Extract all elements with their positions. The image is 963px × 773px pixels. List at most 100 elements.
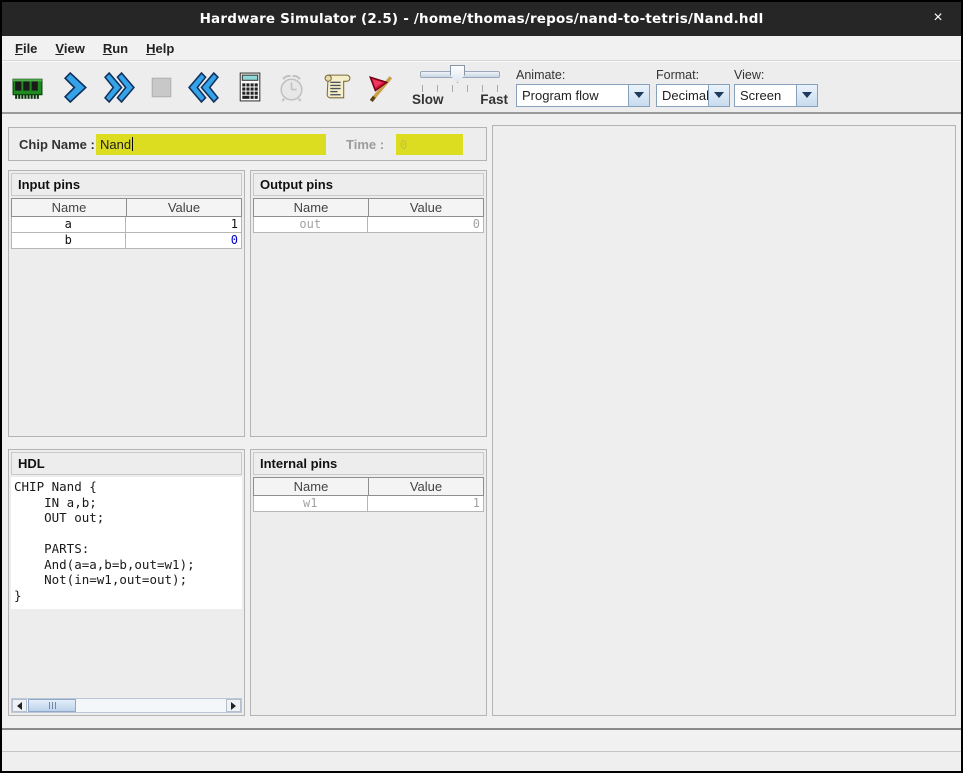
single-step-icon [61, 71, 94, 104]
speed-slider: Slow Fast [412, 64, 508, 110]
scroll-left-button[interactable] [12, 699, 27, 712]
column-header-name: Name [12, 199, 127, 216]
animate-value: Program flow [517, 85, 628, 106]
internal-pins-table: Name Value w1 1 [253, 477, 484, 512]
format-dropdown-button[interactable] [708, 85, 729, 106]
single-step-button[interactable] [58, 65, 96, 109]
arrow-left-icon [17, 702, 22, 710]
pin-value[interactable]: 0 [126, 233, 242, 248]
run-button[interactable] [100, 65, 138, 109]
pin-value: 1 [368, 496, 484, 511]
chip-name-value: Nand [100, 137, 131, 152]
chevron-down-icon [714, 92, 724, 98]
hdl-code-view[interactable]: CHIP Nand { IN a,b; OUT out; PARTS: And(… [11, 477, 242, 609]
window-frame: Hardware Simulator (2.5) - /home/thomas/… [2, 2, 961, 771]
chip-name-input[interactable]: Nand [96, 134, 326, 155]
animate-label: Animate: [516, 68, 650, 82]
hdl-panel: HDL CHIP Nand { IN a,b; OUT out; PARTS: … [8, 449, 245, 716]
menubar: File View Run Help [2, 36, 961, 61]
speed-slider-thumb[interactable] [450, 65, 465, 83]
clock-button[interactable] [272, 65, 310, 109]
input-pins-table: Name Value a 1 b 0 [11, 198, 242, 249]
window-title: Hardware Simulator (2.5) - /home/thomas/… [200, 11, 764, 27]
time-field: 0 [396, 134, 463, 155]
breakpoints-button[interactable] [360, 65, 398, 109]
arrow-right-icon [231, 702, 236, 710]
output-pins-title: Output pins [253, 173, 484, 196]
hdl-title: HDL [11, 452, 242, 475]
format-combo-group: Format: Decimal [656, 68, 730, 107]
reset-icon [187, 71, 220, 104]
table-row: a 1 [11, 217, 242, 233]
view-value: Screen [735, 85, 796, 106]
pin-value: 0 [368, 217, 484, 232]
scrollbar-thumb[interactable] [28, 699, 76, 712]
column-header-name: Name [254, 199, 369, 216]
scroll-right-button[interactable] [226, 699, 241, 712]
input-pins-panel: Input pins Name Value a 1 b 0 [8, 170, 245, 437]
format-label: Format: [656, 68, 730, 82]
table-row: out 0 [253, 217, 484, 233]
status-message-bar [2, 731, 961, 752]
chevron-down-icon [634, 92, 644, 98]
pin-value[interactable]: 1 [126, 217, 242, 232]
chip-header-panel: Chip Name : Nand Time : 0 [8, 127, 487, 161]
pin-name: b [12, 233, 126, 248]
output-pins-panel: Output pins Name Value out 0 [250, 170, 487, 437]
hdl-horizontal-scrollbar [11, 698, 242, 713]
clock-icon [275, 71, 308, 104]
stop-button[interactable] [142, 65, 180, 109]
view-label: View: [734, 68, 818, 82]
input-pins-title: Input pins [11, 173, 242, 196]
view-select[interactable]: Screen [734, 84, 818, 107]
evaluate-button[interactable] [230, 65, 268, 109]
bottom-status-bar [2, 753, 961, 771]
column-header-value: Value [127, 199, 241, 216]
internal-pins-title: Internal pins [253, 452, 484, 475]
format-select[interactable]: Decimal [656, 84, 730, 107]
menu-run[interactable]: Run [94, 38, 137, 59]
animate-select[interactable]: Program flow [516, 84, 650, 107]
column-header-name: Name [254, 478, 369, 495]
pin-name: w1 [254, 496, 368, 511]
view-combo-group: View: Screen [734, 68, 818, 107]
toolbar: Slow Fast Animate: Program flow Format: [2, 61, 961, 114]
menu-view[interactable]: View [46, 38, 93, 59]
format-value: Decimal [657, 85, 708, 106]
slider-slow-label: Slow [412, 92, 444, 107]
column-header-value: Value [369, 199, 483, 216]
output-pins-table: Name Value out 0 [253, 198, 484, 233]
slider-fast-label: Fast [480, 92, 508, 107]
close-button[interactable]: × [929, 9, 947, 27]
chevron-down-icon [802, 92, 812, 98]
stop-icon [145, 71, 178, 104]
time-label: Time : [346, 137, 384, 152]
view-dropdown-button[interactable] [796, 85, 817, 106]
animate-combo-group: Animate: Program flow [516, 68, 650, 107]
table-header: Name Value [253, 198, 484, 217]
table-header: Name Value [253, 477, 484, 496]
animate-dropdown-button[interactable] [628, 85, 649, 106]
pin-name: out [254, 217, 368, 232]
scrollbar-track[interactable] [76, 699, 226, 712]
chip-icon [11, 71, 44, 104]
status-divider [2, 728, 961, 730]
table-row: w1 1 [253, 496, 484, 512]
table-row: b 0 [11, 233, 242, 249]
column-header-value: Value [369, 478, 483, 495]
app-window: Hardware Simulator (2.5) - /home/thomas/… [0, 0, 963, 773]
load-chip-button[interactable] [8, 65, 46, 109]
breakpoint-flag-icon [363, 71, 396, 104]
time-value: 0 [400, 138, 407, 152]
reset-button[interactable] [184, 65, 222, 109]
menu-help[interactable]: Help [137, 38, 183, 59]
chip-name-label: Chip Name : [19, 137, 95, 152]
internal-pins-panel: Internal pins Name Value w1 1 [250, 449, 487, 716]
menu-file[interactable]: File [6, 38, 46, 59]
titlebar: Hardware Simulator (2.5) - /home/thomas/… [2, 2, 961, 36]
script-button[interactable] [318, 65, 356, 109]
script-icon [321, 71, 354, 104]
hdl-code-text: CHIP Nand { IN a,b; OUT out; PARTS: And(… [11, 477, 242, 603]
calculator-icon [233, 71, 266, 104]
speed-slider-ticks [422, 85, 498, 92]
